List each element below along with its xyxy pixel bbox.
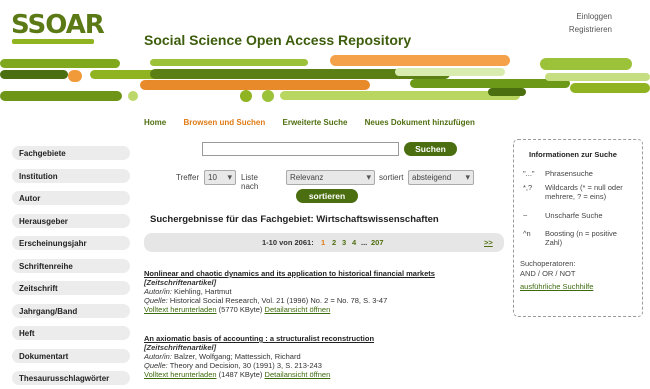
pagination-bar: 1-10 von 2061: 1 2 3 4 ... 207 >> [144, 233, 504, 252]
sidebar-item-heft[interactable]: Heft [12, 326, 130, 340]
nav-add-document[interactable]: Neues Dokument hinzufügen [365, 118, 475, 127]
page-4[interactable]: 4 [352, 238, 356, 247]
result-title[interactable]: An axiomatic basis of accounting : a str… [144, 334, 374, 343]
site-title: Social Science Open Access Repository [144, 32, 412, 48]
search-input[interactable] [202, 142, 399, 156]
sidebar-item-institution[interactable]: Institution [12, 168, 130, 183]
result-type: [Zeitschriftenartikel] [144, 343, 217, 352]
info-desc: Boosting (n = positive Zahl) [545, 229, 617, 247]
page-1[interactable]: 1 [321, 238, 325, 247]
search-help-link[interactable]: ausführliche Suchhilfe [520, 282, 636, 291]
header-decoration [0, 55, 650, 105]
page-ellipsis: ... [361, 238, 368, 247]
page-last[interactable]: 207 [371, 238, 384, 247]
search-row: Suchen [202, 142, 457, 156]
info-symbol: ~ [523, 211, 528, 220]
result-source: Historical Social Research, Vol. 21 (199… [169, 296, 388, 305]
result-author: Kiehling, Hartmut [174, 287, 232, 296]
file-size: (1487 KByte) [218, 370, 263, 379]
info-desc: Unscharfe Suche [545, 211, 603, 220]
result-item: An axiomatic basis of accounting : a str… [144, 334, 374, 379]
liste-value: Relevanz [290, 173, 324, 182]
search-info-box: Informationen zur Suche "..." Phrasensuc… [513, 139, 643, 317]
info-desc: Wildcards (* = null oder mehrere, ? = ei… [545, 183, 623, 201]
results-heading: Suchergebnisse für das Fachgebiet: Wirts… [150, 214, 439, 225]
sidebar-item-zeitschrift[interactable]: Zeitschrift [12, 281, 130, 295]
info-row-boosting: ^n Boosting (n = positive Zahl) [520, 229, 636, 257]
register-link[interactable]: Registrieren [569, 23, 612, 36]
nav-browse-search[interactable]: Browsen und Suchen [183, 118, 265, 127]
nav-advanced-search[interactable]: Erweiterte Suche [283, 118, 348, 127]
main-nav: Home Browsen und Suchen Erweiterte Suche… [144, 118, 490, 127]
sidebar-item-jahrgang-band[interactable]: Jahrgang/Band [12, 303, 130, 318]
info-symbol: "..." [523, 169, 535, 178]
file-size: (5770 KByte) [218, 305, 263, 314]
download-link[interactable]: Volltext herunterladen [144, 370, 217, 379]
sidebar-item-schriftenreihe[interactable]: Schriftenreihe [12, 258, 130, 273]
result-author: Balzer, Wolfgang; Mattessich, Richard [174, 352, 301, 361]
login-link[interactable]: Einloggen [569, 10, 612, 23]
page-3[interactable]: 3 [342, 238, 346, 247]
treffer-select[interactable]: 10 [204, 170, 236, 185]
detail-link[interactable]: Detailansicht öffnen [265, 305, 331, 314]
download-link[interactable]: Volltext herunterladen [144, 305, 217, 314]
source-label: Quelle: [144, 361, 168, 370]
logo-underline [12, 39, 94, 44]
detail-link[interactable]: Detailansicht öffnen [265, 370, 331, 379]
sidebar-item-erscheinungsjahr[interactable]: Erscheinungsjahr [12, 236, 130, 250]
results-count: 1-10 von 2061: [262, 238, 314, 247]
sortiert-select[interactable]: absteigend [408, 170, 474, 185]
operators-label: Suchoperatoren: [520, 259, 576, 268]
account-links: Einloggen Registrieren [569, 10, 612, 36]
treffer-value: 10 [208, 173, 217, 182]
sidebar-item-fachgebiete[interactable]: Fachgebiete [12, 146, 130, 160]
sidebar-item-thesaurusschlagwoerter[interactable]: Thesaurusschlagwörter [12, 371, 130, 385]
info-symbol: *,? [523, 183, 533, 192]
sortiert-value: absteigend [412, 173, 452, 182]
sidebar-item-herausgeber[interactable]: Herausgeber [12, 213, 130, 228]
liste-select[interactable]: Relevanz [286, 170, 375, 185]
info-row-wildcards: *,? Wildcards (* = null oder mehrere, ? … [520, 183, 636, 211]
sidebar-item-dokumentart[interactable]: Dokumentart [12, 348, 130, 363]
sidebar-item-autor[interactable]: Autor [12, 191, 130, 205]
result-type: [Zeitschriftenartikel] [144, 278, 217, 287]
info-row-fuzzy: ~ Unscharfe Suche [520, 211, 636, 229]
sort-button[interactable]: sortieren [296, 189, 358, 203]
result-title[interactable]: Nonlinear and chaotic dynamics and its a… [144, 269, 435, 278]
result-item: Nonlinear and chaotic dynamics and its a… [144, 269, 435, 314]
search-button[interactable]: Suchen [404, 142, 457, 156]
browse-sidebar: Fachgebiete Institution Autor Herausgebe… [12, 146, 130, 389]
result-source: Theory and Decision, 30 (1991) 3, S. 213… [169, 361, 322, 370]
operators-block: Suchoperatoren: AND / OR / NOT [520, 259, 636, 279]
source-label: Quelle: [144, 296, 168, 305]
info-symbol: ^n [523, 229, 531, 238]
author-label: Autor/in: [144, 352, 172, 361]
author-label: Autor/in: [144, 287, 172, 296]
info-box-title: Informationen zur Suche [529, 150, 617, 159]
info-desc: Phrasensuche [545, 169, 593, 178]
nav-home[interactable]: Home [144, 118, 166, 127]
info-row-phrase: "..." Phrasensuche [520, 169, 636, 183]
sortiert-label: sortiert [379, 173, 404, 182]
operators-list: AND / OR / NOT [520, 269, 576, 278]
ssoar-logo[interactable]: SSOAR [11, 10, 105, 40]
treffer-label: Treffer [176, 173, 200, 182]
liste-label: Liste nach [241, 173, 259, 191]
next-page-link[interactable]: >> [484, 238, 493, 247]
page-2[interactable]: 2 [332, 238, 336, 247]
